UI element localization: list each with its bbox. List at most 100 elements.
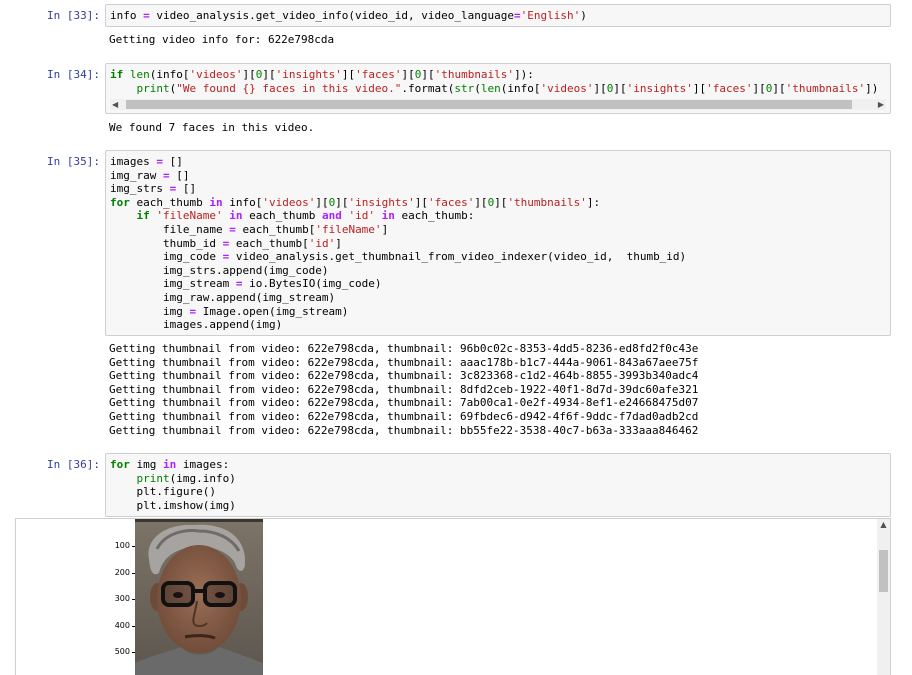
code-token: 'fileName'	[156, 209, 223, 223]
code-token: 'videos'	[262, 195, 316, 209]
code-line: info = video_analysis.get_video_info(vid…	[110, 9, 886, 23]
y-tick-label: 200	[114, 568, 130, 577]
code-token: 'faces'	[427, 195, 475, 209]
scroll-left-icon[interactable]: ◀	[112, 99, 118, 110]
code-line: plt.imshow(img)	[110, 499, 886, 513]
code-token: thumb_id	[110, 236, 223, 250]
code-token: ][	[474, 195, 488, 209]
output-line: We found 7 faces in this video.	[109, 121, 315, 134]
code-token: 'videos'	[540, 81, 594, 95]
cell-prompt-35: In [35]:	[47, 155, 100, 168]
output-line: Getting thumbnail from video: 622e798cda…	[109, 409, 699, 423]
output-line: Getting thumbnail from video: 622e798cda…	[109, 369, 699, 383]
code-token: ]:	[586, 195, 601, 209]
code-token: if	[110, 68, 124, 81]
code-token: )	[580, 9, 587, 22]
code-line: for each_thumb in info['videos'][0]['ins…	[110, 196, 886, 210]
code-token: img_code	[110, 250, 223, 264]
face-thumbnail-image	[135, 519, 263, 675]
code-token: (img.info)	[169, 471, 236, 485]
code-block[interactable]: images = [] img_raw = [] img_strs = [] for …	[106, 151, 890, 335]
scroll-up-icon[interactable]: ▲	[877, 520, 890, 529]
code-token: 'fileName'	[315, 222, 382, 236]
code-token: ]	[335, 236, 342, 250]
code-token: ][	[752, 81, 766, 95]
code-token: video_analysis.get_thumbnail_from_video_…	[229, 250, 687, 264]
code-line: file_name = each_thumb['fileName']	[110, 223, 886, 237]
scroll-right-icon[interactable]: ▶	[878, 99, 884, 110]
code-token: ][	[341, 68, 356, 81]
code-token: in	[163, 458, 177, 471]
code-token: ]):	[514, 68, 534, 81]
scrollbar-thumb[interactable]	[126, 100, 852, 109]
code-token: 'thumbnails'	[434, 68, 515, 81]
code-token: []	[169, 168, 190, 182]
code-token: 'insights'	[348, 195, 415, 209]
cell-output-33: Getting video info for: 622e798cda	[109, 33, 334, 47]
output-line: Getting video info for: 622e798cda	[109, 33, 335, 46]
code-token: each_thumb	[242, 209, 322, 223]
code-block[interactable]: if len(info['videos'][0]['insights']['fa…	[106, 64, 890, 99]
y-tick-label: 400	[114, 621, 130, 630]
code-token: ][	[242, 68, 256, 81]
code-token: =	[229, 222, 236, 236]
code-token: each_thumb	[129, 195, 210, 209]
code-token: io.BytesIO(img_code)	[242, 277, 382, 291]
code-token: =	[143, 9, 150, 22]
code-cell-36[interactable]: for img in images: print(img.info) plt.f…	[105, 453, 891, 517]
code-block[interactable]: for img in images: print(img.info) plt.f…	[106, 454, 890, 516]
output-scroll-area[interactable]: 100 200 300 400 500 ▲	[15, 518, 891, 675]
code-line: img_raw = []	[110, 169, 886, 183]
code-token: and	[321, 209, 342, 223]
code-token: img	[129, 458, 163, 471]
vertical-scrollbar[interactable]: ▲	[877, 519, 890, 675]
code-block[interactable]: info = video_analysis.get_video_info(vid…	[106, 5, 890, 26]
code-token: ][	[593, 81, 607, 95]
code-line: img = Image.open(img_stream)	[110, 305, 886, 319]
code-token: 'id'	[348, 209, 375, 223]
code-token: print	[136, 81, 170, 95]
code-token: 'insights'	[626, 81, 693, 95]
scrollbar-thumb[interactable]	[879, 550, 888, 592]
code-token: for	[110, 458, 130, 471]
code-line: img_code = video_analysis.get_thumbnail_…	[110, 250, 886, 264]
code-token: ][	[772, 81, 786, 95]
code-token: img_strs	[110, 182, 170, 196]
code-token: =	[156, 155, 163, 168]
code-token: (info[	[500, 81, 541, 95]
y-tick-label: 300	[114, 594, 130, 603]
code-token: plt.imshow(img)	[110, 498, 236, 512]
code-token: 'thumbnails'	[507, 195, 587, 209]
code-token: img	[110, 304, 190, 318]
cell-prompt-33: In [33]:	[47, 9, 100, 22]
code-token: ][	[494, 195, 508, 209]
y-tick-label: 500	[114, 647, 130, 656]
horizontal-scrollbar[interactable]: ◀ ▶	[110, 99, 886, 110]
code-line: img_raw.append(img_stream)	[110, 291, 886, 305]
code-line: img_stream = io.BytesIO(img_code)	[110, 277, 886, 291]
output-line: Getting thumbnail from video: 622e798cda…	[109, 396, 699, 410]
code-token: 'thumbnails'	[785, 81, 866, 95]
plot-area: 100 200 300 400 500	[16, 519, 878, 675]
code-token: in	[381, 209, 395, 223]
code-cell-35[interactable]: images = [] img_raw = [] img_strs = [] for …	[105, 150, 891, 336]
code-line: print(img.info)	[110, 472, 886, 486]
code-token: in	[209, 195, 223, 209]
code-line: if 'fileName' in each_thumb and 'id' in …	[110, 209, 886, 223]
code-token: ])	[865, 81, 879, 95]
code-token: =	[514, 9, 521, 22]
code-token: video_analysis.get_video_info(video_id, …	[149, 9, 514, 22]
code-token: 'videos'	[189, 68, 243, 81]
code-token: ][	[262, 68, 276, 81]
code-cell-34[interactable]: if len(info['videos'][0]['insights']['fa…	[105, 63, 891, 114]
code-token: len	[129, 68, 150, 81]
code-line: thumb_id = each_thumb['id']	[110, 237, 886, 251]
code-token: plt.figure()	[110, 485, 216, 499]
code-token: images	[110, 155, 157, 168]
code-token: each_thumb[	[235, 222, 316, 236]
code-cell-33[interactable]: info = video_analysis.get_video_info(vid…	[105, 4, 891, 27]
output-line: Getting thumbnail from video: 622e798cda…	[109, 342, 699, 355]
code-token: for	[110, 195, 130, 209]
code-token: images:	[176, 458, 230, 471]
